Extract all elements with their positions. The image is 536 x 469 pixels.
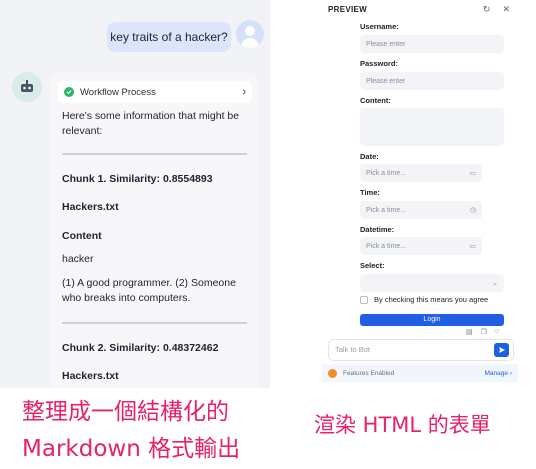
close-icon[interactable]: ✕ [502,4,510,15]
clock-icon: ◷ [469,207,476,214]
agree-checkbox-label: By checking this means you agree [374,295,489,304]
calendar-icon: ▭ [469,243,476,250]
date-picker[interactable]: Pick a time... ▭ [360,164,482,182]
caption-right: 渲染 HTML 的表單 [314,413,491,437]
send-button[interactable] [494,343,509,357]
check-circle-icon [64,87,74,97]
send-icon [498,347,505,353]
agree-checkbox-row[interactable]: By checking this means you agree [360,295,488,304]
chunk2-title: Chunk 2. Similarity: 0.48372462 [62,342,219,354]
chat-panel: key traits of a hacker? Workflow Process… [0,0,270,388]
content-label: Content: [360,96,391,105]
bot-avatar [12,72,42,102]
preview-panel: PREVIEW ↻ ✕ Username: Please enter Passw… [320,0,520,388]
user-avatar [236,20,264,48]
chunk1-file: Hackers.txt [62,201,119,213]
login-button[interactable]: Login [360,314,504,326]
features-label: Features Enabled [343,369,395,377]
chunk2-file: Hackers.txt [62,370,119,382]
workflow-process-toggle[interactable]: Workflow Process › [58,81,252,103]
chevron-right-icon: › [242,86,246,98]
divider [62,153,247,155]
refresh-icon[interactable]: ↻ [483,4,491,15]
content-heading: Content [62,230,102,242]
features-bar: Features Enabled Manage › [322,364,518,382]
password-label: Password: [360,59,398,68]
password-input[interactable]: Please enter [360,72,504,90]
select-dropdown[interactable]: ⌄ [360,274,504,292]
caption-left-line1: 整理成一個結構化的 [22,399,229,425]
talk-to-bot-input[interactable]: Talk to Bot [328,339,514,361]
robot-icon [21,80,33,92]
content-text: (1) A good programmer. (2) Someone who b… [62,277,236,304]
manage-link[interactable]: Manage › [485,370,512,377]
features-icon [328,368,337,378]
refresh-icon[interactable]: ○ [495,328,499,336]
preview-title: PREVIEW [328,5,367,14]
agree-checkbox[interactable] [360,295,368,304]
content-textarea[interactable] [360,108,504,146]
workflow-label: Workflow Process [80,86,156,98]
datetime-label: Datetime: [360,225,395,234]
caption-left-line2: Markdown 格式輸出 [22,436,241,462]
document-icon[interactable]: ▤ [466,328,473,336]
time-label: Time: [360,188,380,197]
datetime-picker[interactable]: Pick a time... ▭ [360,237,482,255]
chunk1-title: Chunk 1. Similarity: 0.8554893 [62,173,213,185]
calendar-icon: ▭ [469,170,476,177]
select-label: Select: [360,261,385,270]
username-input[interactable]: Please enter [360,35,504,53]
content-word: hacker [62,253,94,265]
intro-text: Here's some information that might be re… [62,110,240,137]
chevron-down-icon: ⌄ [492,280,498,287]
time-picker[interactable]: Pick a time... ◷ [360,201,482,219]
divider [62,322,247,324]
date-label: Date: [360,152,379,161]
username-label: Username: [360,22,399,31]
copy-icon[interactable]: ❐ [481,328,487,336]
user-message-bubble: key traits of a hacker? [107,22,231,52]
